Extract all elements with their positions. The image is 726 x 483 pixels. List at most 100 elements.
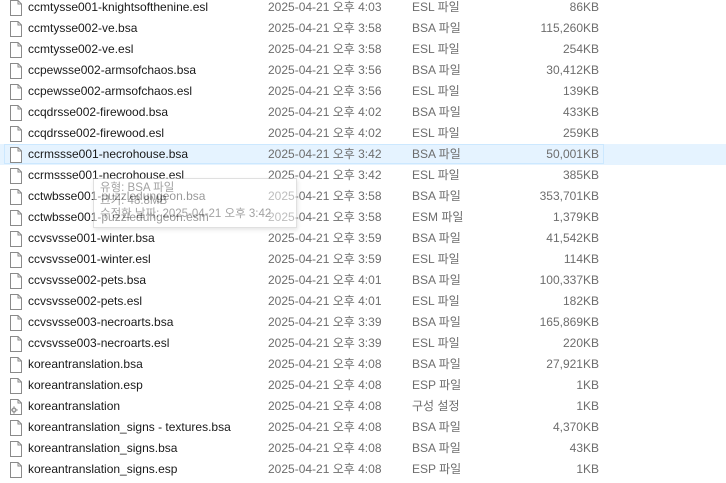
- file-row[interactable]: ccpewsse002-armsofchaos.bsa 2025-04-21 오후…: [0, 60, 726, 81]
- file-icon: [9, 168, 23, 184]
- file-modified-date: 2025-04-21 오후 4:01: [268, 273, 382, 287]
- file-type: BSA 파일: [412, 315, 461, 329]
- file-name: ccvsvsse001-winter.bsa: [28, 231, 155, 245]
- file-type: ESM 파일: [412, 210, 464, 224]
- file-modified-date: 2025-04-21 오후 3:58: [268, 210, 382, 224]
- file-type: BSA 파일: [412, 357, 461, 371]
- file-name: ccmtysse002-ve.bsa: [28, 21, 138, 35]
- file-size: 1KB: [576, 378, 599, 392]
- file-modified-date: 2025-04-21 오후 3:39: [268, 336, 382, 350]
- file-size: 27,921KB: [546, 357, 599, 371]
- file-icon: [9, 63, 23, 79]
- file-size: 220KB: [562, 336, 599, 350]
- file-modified-date: 2025-04-21 오후 4:03: [268, 0, 382, 14]
- file-size: 41,542KB: [546, 231, 599, 245]
- file-icon: [9, 357, 23, 373]
- file-icon: [9, 21, 23, 37]
- file-row[interactable]: koreantranslation.bsa 2025-04-21 오후 4:08 B…: [0, 354, 726, 375]
- file-type: BSA 파일: [412, 441, 461, 455]
- file-icon: [9, 231, 23, 247]
- file-type: BSA 파일: [412, 147, 461, 161]
- file-size: 259KB: [562, 126, 599, 140]
- file-icon: [9, 441, 23, 457]
- file-row[interactable]: koreantranslation_signs.bsa 2025-04-21 오후…: [0, 438, 726, 459]
- file-row[interactable]: ccqdrsse002-firewood.esl 2025-04-21 오후 4:…: [0, 123, 726, 144]
- file-size: 114KB: [563, 252, 599, 266]
- file-name: koreantranslation_signs.esp: [28, 462, 178, 476]
- file-row[interactable]: koreantranslation.esp 2025-04-21 오후 4:08 E…: [0, 375, 726, 396]
- file-name: ccvsvsse003-necroarts.esl: [28, 336, 170, 350]
- file-type: ESL 파일: [412, 42, 460, 56]
- file-type: ESL 파일: [412, 84, 460, 98]
- file-row[interactable]: ccvsvsse001-winter.bsa 2025-04-21 오후 3:59…: [0, 228, 726, 249]
- file-row[interactable]: koreantranslation 2025-04-21 오후 4:08 구성 설정…: [0, 396, 726, 417]
- file-icon: [9, 210, 23, 226]
- file-icon: [9, 252, 23, 268]
- file-row[interactable]: koreantranslation_signs.esp 2025-04-21 오후…: [0, 459, 726, 480]
- file-row[interactable]: ccrmssse001-necrohouse.esl 2025-04-21 오후 …: [0, 165, 726, 186]
- file-name: ccrmssse001-necrohouse.bsa: [28, 147, 189, 161]
- file-row[interactable]: ccvsvsse003-necroarts.esl 2025-04-21 오후 3…: [0, 333, 726, 354]
- file-modified-date: 2025-04-21 오후 4:08: [268, 441, 382, 455]
- file-type: BSA 파일: [412, 420, 461, 434]
- file-row[interactable]: ccmtysse002-ve.bsa 2025-04-21 오후 3:58 BSA …: [0, 18, 726, 39]
- file-type: 구성 설정: [412, 399, 460, 413]
- file-modified-date: 2025-04-21 오후 3:58: [268, 21, 382, 35]
- file-name: ccvsvsse003-necroarts.bsa: [28, 315, 174, 329]
- file-modified-date: 2025-04-21 오후 3:56: [268, 63, 382, 77]
- file-row[interactable]: koreantranslation_signs - textures.bsa 20…: [0, 417, 726, 438]
- file-size: 30,412KB: [546, 63, 599, 77]
- file-row[interactable]: cctwbsse001-puzzledungeon.bsa 2025-04-21 …: [0, 186, 726, 207]
- file-size: 165,869KB: [539, 315, 599, 329]
- file-type: ESL 파일: [412, 252, 460, 266]
- file-icon: [9, 378, 23, 394]
- file-type: BSA 파일: [412, 189, 461, 203]
- file-list-view[interactable]: ccmtysse001-knightsofthenine.esl 2025-04-…: [0, 0, 726, 483]
- file-name: ccrmssse001-necrohouse.esl: [28, 168, 185, 182]
- file-type: ESL 파일: [412, 126, 460, 140]
- file-modified-date: 2025-04-21 오후 4:08: [268, 399, 382, 413]
- file-name: ccvsvsse002-pets.bsa: [28, 273, 147, 287]
- file-type: ESP 파일: [412, 462, 462, 476]
- file-row[interactable]: ccqdrsse002-firewood.bsa 2025-04-21 오후 4:…: [0, 102, 726, 123]
- file-size: 100,337KB: [539, 273, 599, 287]
- file-row[interactable]: ccmtysse002-ve.esl 2025-04-21 오후 3:58 ESL …: [0, 39, 726, 60]
- file-row[interactable]: ccvsvsse001-winter.esl 2025-04-21 오후 3:59…: [0, 249, 726, 270]
- file-icon: [9, 315, 23, 331]
- file-name: koreantranslation: [28, 399, 121, 413]
- file-name: ccmtysse001-knightsofthenine.esl: [28, 0, 209, 14]
- file-type: BSA 파일: [412, 21, 461, 35]
- file-name: koreantranslation_signs.bsa: [28, 441, 178, 455]
- file-icon: [9, 147, 23, 163]
- file-size: 115,260KB: [540, 21, 600, 35]
- file-type: ESL 파일: [412, 294, 460, 308]
- file-type: BSA 파일: [412, 273, 461, 287]
- file-modified-date: 2025-04-21 오후 4:01: [268, 294, 382, 308]
- file-size: 385KB: [562, 168, 599, 182]
- file-name: ccpewsse002-armsofchaos.esl: [28, 84, 193, 98]
- file-modified-date: 2025-04-21 오후 4:08: [268, 357, 382, 371]
- file-row[interactable]: ccrmssse001-necrohouse.bsa 2025-04-21 오후 …: [0, 144, 726, 165]
- file-row[interactable]: ccvsvsse003-necroarts.bsa 2025-04-21 오후 3…: [0, 312, 726, 333]
- file-icon: [9, 126, 23, 142]
- file-name: ccvsvsse002-pets.esl: [28, 294, 143, 308]
- file-size: 182KB: [562, 294, 599, 308]
- file-row[interactable]: ccvsvsse002-pets.bsa 2025-04-21 오후 4:01 BS…: [0, 270, 726, 291]
- config-file-icon: [9, 399, 23, 415]
- file-icon: [9, 189, 23, 205]
- file-size: 353,701KB: [539, 189, 599, 203]
- file-type: ESL 파일: [412, 0, 460, 14]
- file-name: ccvsvsse001-winter.esl: [28, 252, 151, 266]
- file-row[interactable]: ccvsvsse002-pets.esl 2025-04-21 오후 4:01 ES…: [0, 291, 726, 312]
- file-modified-date: 2025-04-21 오후 3:56: [268, 84, 382, 98]
- file-row[interactable]: ccmtysse001-knightsofthenine.esl 2025-04-…: [0, 0, 726, 18]
- file-size: 254KB: [562, 42, 599, 56]
- file-list: ccmtysse001-knightsofthenine.esl 2025-04-…: [0, 0, 726, 480]
- file-type: ESL 파일: [412, 336, 460, 350]
- file-size: 1KB: [576, 462, 599, 476]
- file-row[interactable]: cctwbsse001-puzzledungeon.esm 2025-04-21 …: [0, 207, 726, 228]
- file-modified-date: 2025-04-21 오후 3:58: [268, 189, 382, 203]
- file-modified-date: 2025-04-21 오후 3:58: [268, 42, 382, 56]
- file-name: ccmtysse002-ve.esl: [28, 42, 134, 56]
- file-row[interactable]: ccpewsse002-armsofchaos.esl 2025-04-21 오후…: [0, 81, 726, 102]
